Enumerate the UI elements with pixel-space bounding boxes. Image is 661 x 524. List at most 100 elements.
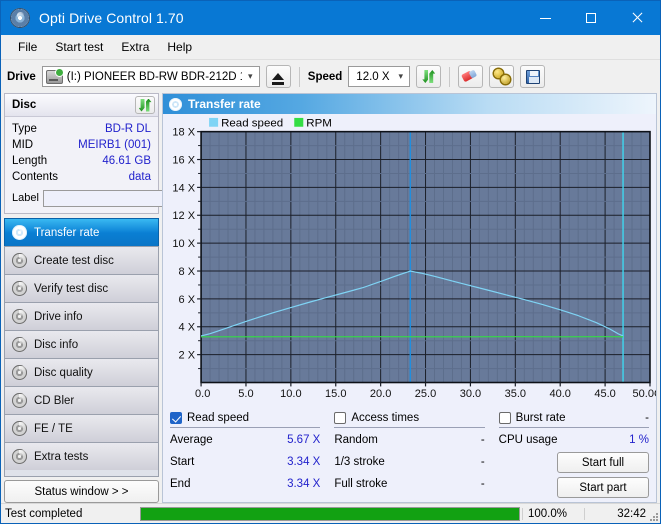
maximize-button[interactable] bbox=[568, 1, 614, 35]
chart-area: Read speedRPM2 X4 X6 X8 X10 X12 X14 X16 … bbox=[163, 114, 656, 408]
legend-swatch bbox=[294, 118, 303, 127]
sidebar-item-transfer-rate[interactable]: Transfer rate bbox=[4, 218, 159, 246]
progress-bar bbox=[140, 507, 520, 521]
sidebar-item-label: Transfer rate bbox=[34, 227, 99, 239]
save-button[interactable] bbox=[520, 65, 545, 88]
app-window: Opti Drive Control 1.70 File Start test … bbox=[0, 0, 661, 524]
progress-bar-fill bbox=[141, 508, 519, 520]
speed-select[interactable]: 12.0 X ▾ bbox=[348, 66, 410, 87]
status-window-button[interactable]: Status window > > bbox=[4, 480, 159, 503]
stat-key: Average bbox=[170, 434, 213, 446]
sidebar-item-label: Create test disc bbox=[34, 255, 114, 267]
close-button[interactable] bbox=[614, 1, 660, 35]
sidebar-item-drive-info[interactable]: Drive info bbox=[4, 302, 159, 330]
burst-rate-label: Burst rate bbox=[516, 412, 566, 424]
legend-swatch bbox=[209, 118, 218, 127]
stats-col-read-speed: Read speed Average 5.67 X Start 3.34 X E… bbox=[170, 411, 320, 498]
menu-item-file[interactable]: File bbox=[9, 37, 46, 57]
y-tick-label: 14 X bbox=[172, 182, 195, 194]
disc-row-value: MEIRB1 (001) bbox=[78, 139, 151, 151]
disc-row-value: 46.61 GB bbox=[102, 155, 151, 167]
eject-button[interactable] bbox=[266, 65, 291, 88]
stat-value: 5.67 X bbox=[287, 434, 320, 446]
disc-panel-title: Disc bbox=[12, 99, 36, 111]
disc-row-key: Length bbox=[12, 155, 47, 167]
chart-title: Transfer rate bbox=[188, 97, 261, 111]
content-panel: Transfer rate Read speedRPM2 X4 X6 X8 X1… bbox=[162, 93, 657, 503]
stat-key: Random bbox=[334, 434, 377, 446]
speed-select-value: 12.0 X bbox=[352, 71, 392, 83]
status-message: Test completed bbox=[1, 508, 138, 520]
sidebar-item-label: Verify test disc bbox=[34, 283, 108, 295]
app-disc-icon bbox=[10, 8, 30, 28]
disc-icon bbox=[12, 281, 27, 296]
disc-panel-header: Disc bbox=[5, 94, 158, 117]
main-body: Disc Type BD-R DL MID MEIRB1 (001) Lengt… bbox=[1, 93, 660, 503]
disc-refresh-button[interactable] bbox=[135, 96, 155, 114]
access-times-checkbox[interactable] bbox=[334, 412, 346, 424]
x-tick-label: 5.0 bbox=[238, 388, 253, 400]
speed-label: Speed bbox=[308, 71, 343, 83]
stat-key: End bbox=[170, 478, 190, 490]
sidebar-item-create-test-disc[interactable]: Create test disc bbox=[4, 246, 159, 274]
menu-item-help[interactable]: Help bbox=[158, 37, 201, 57]
disc-icon bbox=[12, 365, 27, 380]
start-part-button[interactable]: Start part bbox=[557, 477, 649, 498]
x-tick-label: 45.0 bbox=[594, 388, 615, 400]
access-times-label: Access times bbox=[351, 412, 419, 424]
resize-grip[interactable] bbox=[648, 511, 658, 521]
sidebar-item-label: FE / TE bbox=[34, 423, 73, 435]
y-tick-label: 10 X bbox=[172, 238, 195, 250]
read-speed-checkbox[interactable] bbox=[170, 412, 182, 424]
stat-value: - bbox=[481, 478, 485, 490]
y-tick-label: 2 X bbox=[179, 350, 196, 362]
legend-label: RPM bbox=[306, 118, 332, 130]
title-bar: Opti Drive Control 1.70 bbox=[1, 1, 660, 35]
y-tick-label: 16 X bbox=[172, 155, 195, 167]
sidebar-item-fe-te[interactable]: FE / TE bbox=[4, 414, 159, 442]
toolbar-divider-1 bbox=[299, 67, 300, 87]
burst-rate-checkbox[interactable] bbox=[499, 412, 511, 424]
floppy-save-icon bbox=[526, 70, 540, 84]
close-icon bbox=[631, 12, 643, 24]
x-tick-label: 15.0 bbox=[325, 388, 346, 400]
x-tick-label: 10.0 bbox=[280, 388, 301, 400]
access-times-header: Access times bbox=[334, 411, 484, 428]
burst-rate-header: Burst rate - bbox=[499, 411, 649, 428]
eject-icon bbox=[272, 73, 284, 80]
sidebar-item-label: Disc info bbox=[34, 339, 78, 351]
window-controls bbox=[522, 1, 660, 35]
erase-button[interactable] bbox=[458, 65, 483, 88]
stat-row-end: End 3.34 X bbox=[170, 473, 320, 495]
menu-item-start-test[interactable]: Start test bbox=[46, 37, 112, 57]
menu-bar: File Start test Extra Help bbox=[1, 35, 660, 60]
stat-row-random: Random - bbox=[334, 429, 484, 451]
sidebar-item-cd-bler[interactable]: CD Bler bbox=[4, 386, 159, 414]
sidebar-item-extra-tests[interactable]: Extra tests bbox=[4, 442, 159, 470]
refresh-button[interactable] bbox=[416, 65, 441, 88]
legend-label: Read speed bbox=[221, 118, 283, 130]
disc-panel: Disc Type BD-R DL MID MEIRB1 (001) Lengt… bbox=[4, 93, 159, 214]
disc-icon bbox=[12, 309, 27, 324]
sidebar-filler bbox=[4, 470, 159, 477]
sidebar-item-disc-quality[interactable]: Disc quality bbox=[4, 358, 159, 386]
burst-rate-value: - bbox=[645, 412, 649, 424]
transfer-rate-chart: Read speedRPM2 X4 X6 X8 X10 X12 X14 X16 … bbox=[163, 114, 656, 408]
menu-item-extra[interactable]: Extra bbox=[112, 37, 158, 57]
sidebar-item-label: Extra tests bbox=[34, 451, 88, 463]
disc-row-value: BD-R DL bbox=[105, 123, 151, 135]
minimize-button[interactable] bbox=[522, 1, 568, 35]
sidebar-item-verify-test-disc[interactable]: Verify test disc bbox=[4, 274, 159, 302]
y-tick-label: 18 X bbox=[172, 127, 195, 139]
drive-label: Drive bbox=[7, 71, 36, 83]
start-full-button[interactable]: Start full bbox=[557, 452, 649, 473]
drive-select[interactable]: (I:) PIONEER BD-RW BDR-212D 1.03 ▾ bbox=[42, 66, 260, 87]
disc-icon bbox=[12, 449, 27, 464]
action-buttons: Start full Start part bbox=[499, 452, 649, 498]
y-tick-label: 4 X bbox=[179, 322, 196, 334]
settings-button[interactable] bbox=[489, 65, 514, 88]
maximize-icon bbox=[586, 13, 596, 23]
stat-value: 3.34 X bbox=[287, 456, 320, 468]
stats-panel: Read speed Average 5.67 X Start 3.34 X E… bbox=[163, 408, 656, 502]
sidebar-item-disc-info[interactable]: Disc info bbox=[4, 330, 159, 358]
